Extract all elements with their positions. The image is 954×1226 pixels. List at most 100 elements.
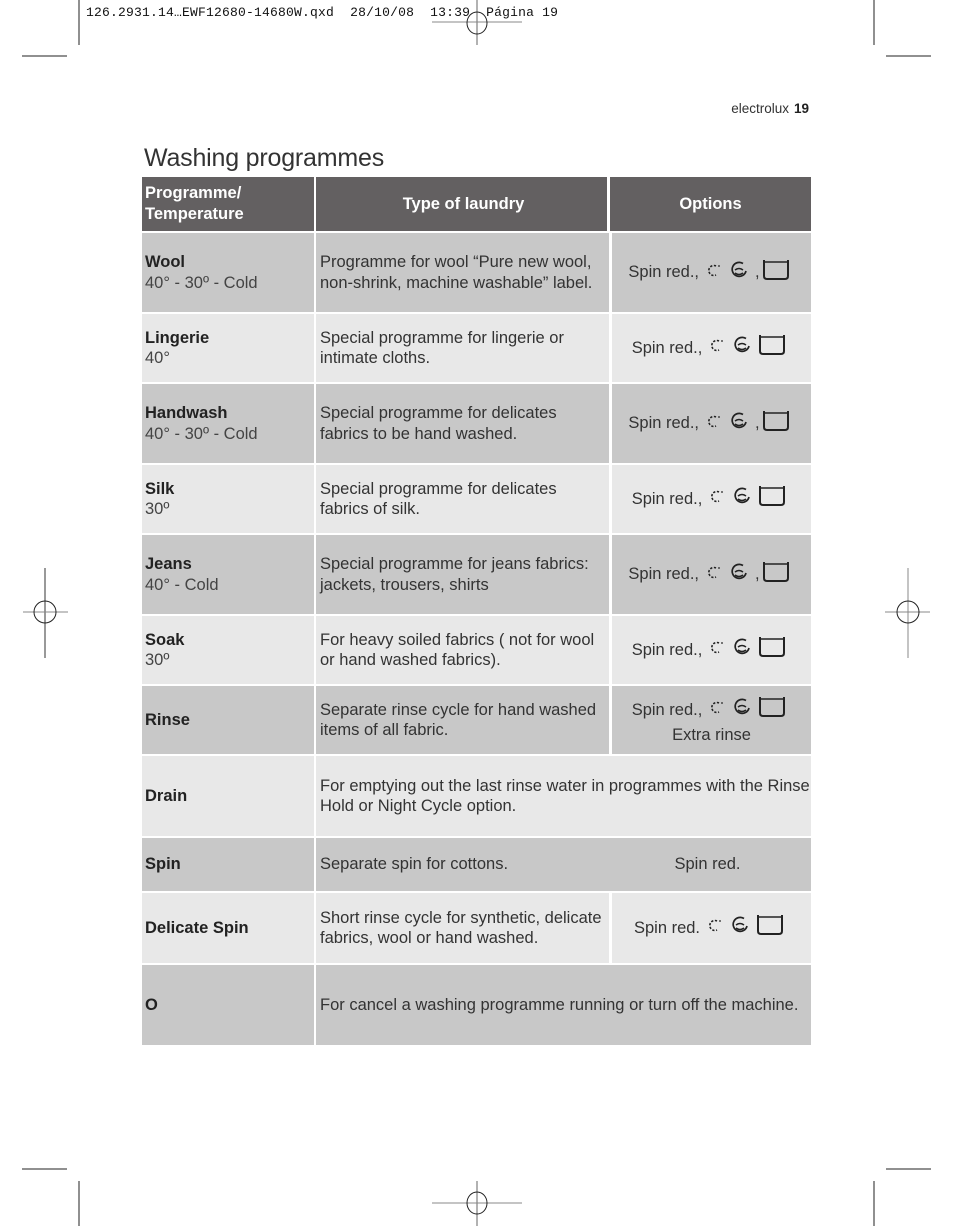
options-cell: Spin red. [612, 893, 811, 963]
spin-reduction-label: Spin red., [631, 700, 703, 719]
laundry-type-cell: Special programme for delicates fabrics … [316, 465, 612, 533]
spin-reduction-label: Spin red. [633, 918, 701, 937]
options-line: Spin red.,, [628, 258, 794, 288]
options-cell: Spin red. [612, 838, 811, 891]
spin-reduction-label: Spin red., [631, 640, 703, 659]
night-cycle-icon [710, 699, 726, 721]
options-cell: Spin red., [612, 314, 811, 382]
programme-cell: Drain [142, 756, 316, 836]
rinse-hold-icon [728, 259, 750, 287]
programme-name: Silk [145, 479, 175, 498]
extra-rinse-tub-icon [758, 695, 786, 725]
laundry-type-cell: For heavy soiled fabrics ( not for wool … [316, 616, 612, 684]
extra-rinse-tub-icon [758, 333, 786, 363]
table-row: Soak 30º For heavy soiled fabrics ( not fo… [142, 616, 811, 684]
registration-mark-top [432, 0, 522, 45]
header-programme: Programme/ Temperature [142, 177, 316, 231]
separator-comma: , [755, 263, 760, 282]
laundry-type-cell: Programme for wool “Pure new wool, non-s… [316, 233, 612, 312]
table-header: Programme/ Temperature Type of laundry O… [142, 177, 811, 231]
programme-temperature: 30º [145, 500, 170, 518]
separator-comma: , [755, 414, 760, 433]
programme-cell: Silk 30º [142, 465, 316, 533]
options-line: Spin red., [632, 695, 792, 725]
rinse-hold-icon [731, 334, 753, 362]
programme-name: Handwash [145, 404, 228, 422]
programme-cell: Spin [142, 838, 316, 891]
options-cell: Spin red., [612, 616, 811, 684]
registration-mark-left [23, 568, 68, 658]
spin-reduction-label: Spin red., [628, 565, 700, 584]
laundry-type-cell: Special programme for jeans fabrics: jac… [316, 535, 612, 614]
programme-name: Soak [145, 630, 185, 649]
options-line: Spin red. [674, 854, 748, 875]
programme-temperature: 30º [145, 651, 170, 669]
programme-temperature: 40° - 30º - Cold [145, 424, 258, 443]
options-line: Spin red., [632, 635, 792, 665]
night-cycle-icon [708, 917, 724, 939]
laundry-type-cell: Separate spin for cottons. [320, 855, 509, 874]
rinse-hold-icon [731, 636, 753, 664]
registration-mark-right [885, 568, 930, 658]
extra-rinse-tub-icon [762, 560, 790, 590]
options-line: Spin red.,, [628, 560, 794, 590]
programme-name: Wool [145, 253, 186, 271]
table-row: Jeans 40° - Cold Special programme for jea… [142, 535, 811, 614]
options-cell: Spin red.,, [612, 535, 811, 614]
night-cycle-icon [710, 639, 726, 661]
table-row: Spin Separate spin for cottons. Spin red. [142, 838, 811, 891]
laundry-type-cell: Short rinse cycle for synthetic, delicat… [316, 893, 612, 963]
extra-rinse-tub-icon [762, 258, 790, 288]
laundry-type-cell: For emptying out the last rinse water in… [320, 776, 810, 816]
programme-temperature: 40° - Cold [145, 575, 219, 594]
options-cell: Spin red., Extra rinse [612, 686, 811, 754]
spin-reduction-label: Spin red. [674, 855, 741, 874]
programme-name: O [145, 995, 158, 1014]
options-line: Spin red. [634, 913, 789, 943]
table-row: Rinse Separate rinse cycle for hand washe… [142, 686, 811, 754]
spin-reduction-label: Spin red., [628, 263, 700, 282]
extra-rinse-tub-icon [756, 913, 784, 943]
programme-cell: O [142, 965, 316, 1045]
table-body: Wool 40° - 30º - Cold Programme for wool “… [142, 233, 811, 1045]
spin-reduction-label: Spin red., [628, 414, 700, 433]
laundry-type-cell: Special programme for delicates fabrics … [316, 384, 612, 463]
registration-mark-bottom [432, 1181, 522, 1226]
programme-cell: Soak 30º [142, 616, 316, 684]
programme-name: Lingerie [145, 328, 210, 347]
table-row: Wool 40° - 30º - Cold Programme for wool “… [142, 233, 811, 312]
night-cycle-icon [710, 337, 726, 359]
rinse-hold-icon [731, 485, 753, 513]
table-row: Drain For emptying out the last rinse wat… [142, 756, 811, 836]
options-cell: Spin red., [612, 465, 811, 533]
programme-cell: Delicate Spin [142, 893, 316, 963]
programme-cell: Rinse [142, 686, 316, 754]
extra-rinse-label: Extra rinse [672, 725, 751, 744]
programme-temperature: 40° - 30º - Cold [145, 273, 258, 292]
header-programme-line1: Programme/ [145, 184, 242, 202]
extra-rinse-tub-icon [758, 635, 786, 665]
table-row: Delicate Spin Short rinse cycle for synth… [142, 893, 811, 963]
laundry-type-cell: Separate rinse cycle for hand washed ite… [316, 686, 612, 754]
programme-cell: Wool 40° - 30º - Cold [142, 233, 316, 312]
night-cycle-icon [710, 488, 726, 510]
night-cycle-icon [707, 564, 723, 586]
programme-temperature: 40° [145, 349, 170, 367]
night-cycle-icon [707, 262, 723, 284]
header-programme-line2: Temperature [145, 205, 244, 223]
page-number: 19 [793, 101, 809, 116]
spin-reduction-label: Spin red., [631, 338, 703, 357]
programme-name: Drain [145, 786, 188, 805]
table-row: Lingerie 40° Special programme for lingeri… [142, 314, 811, 382]
programme-name: Jeans [145, 555, 192, 573]
options-line: Spin red., [632, 484, 792, 514]
extra-rinse-tub-icon [762, 409, 790, 439]
options-cell: Spin red.,, [612, 384, 811, 463]
header-type: Type of laundry [316, 177, 610, 231]
programmes-table: Programme/ Temperature Type of laundry O… [142, 177, 811, 1045]
header-options: Options [679, 194, 742, 213]
programme-cell: Handwash 40° - 30º - Cold [142, 384, 316, 463]
laundry-type-cell: For cancel a washing programme running o… [320, 995, 799, 1014]
rinse-hold-icon [728, 410, 750, 438]
extra-rinse-tub-icon [758, 484, 786, 514]
